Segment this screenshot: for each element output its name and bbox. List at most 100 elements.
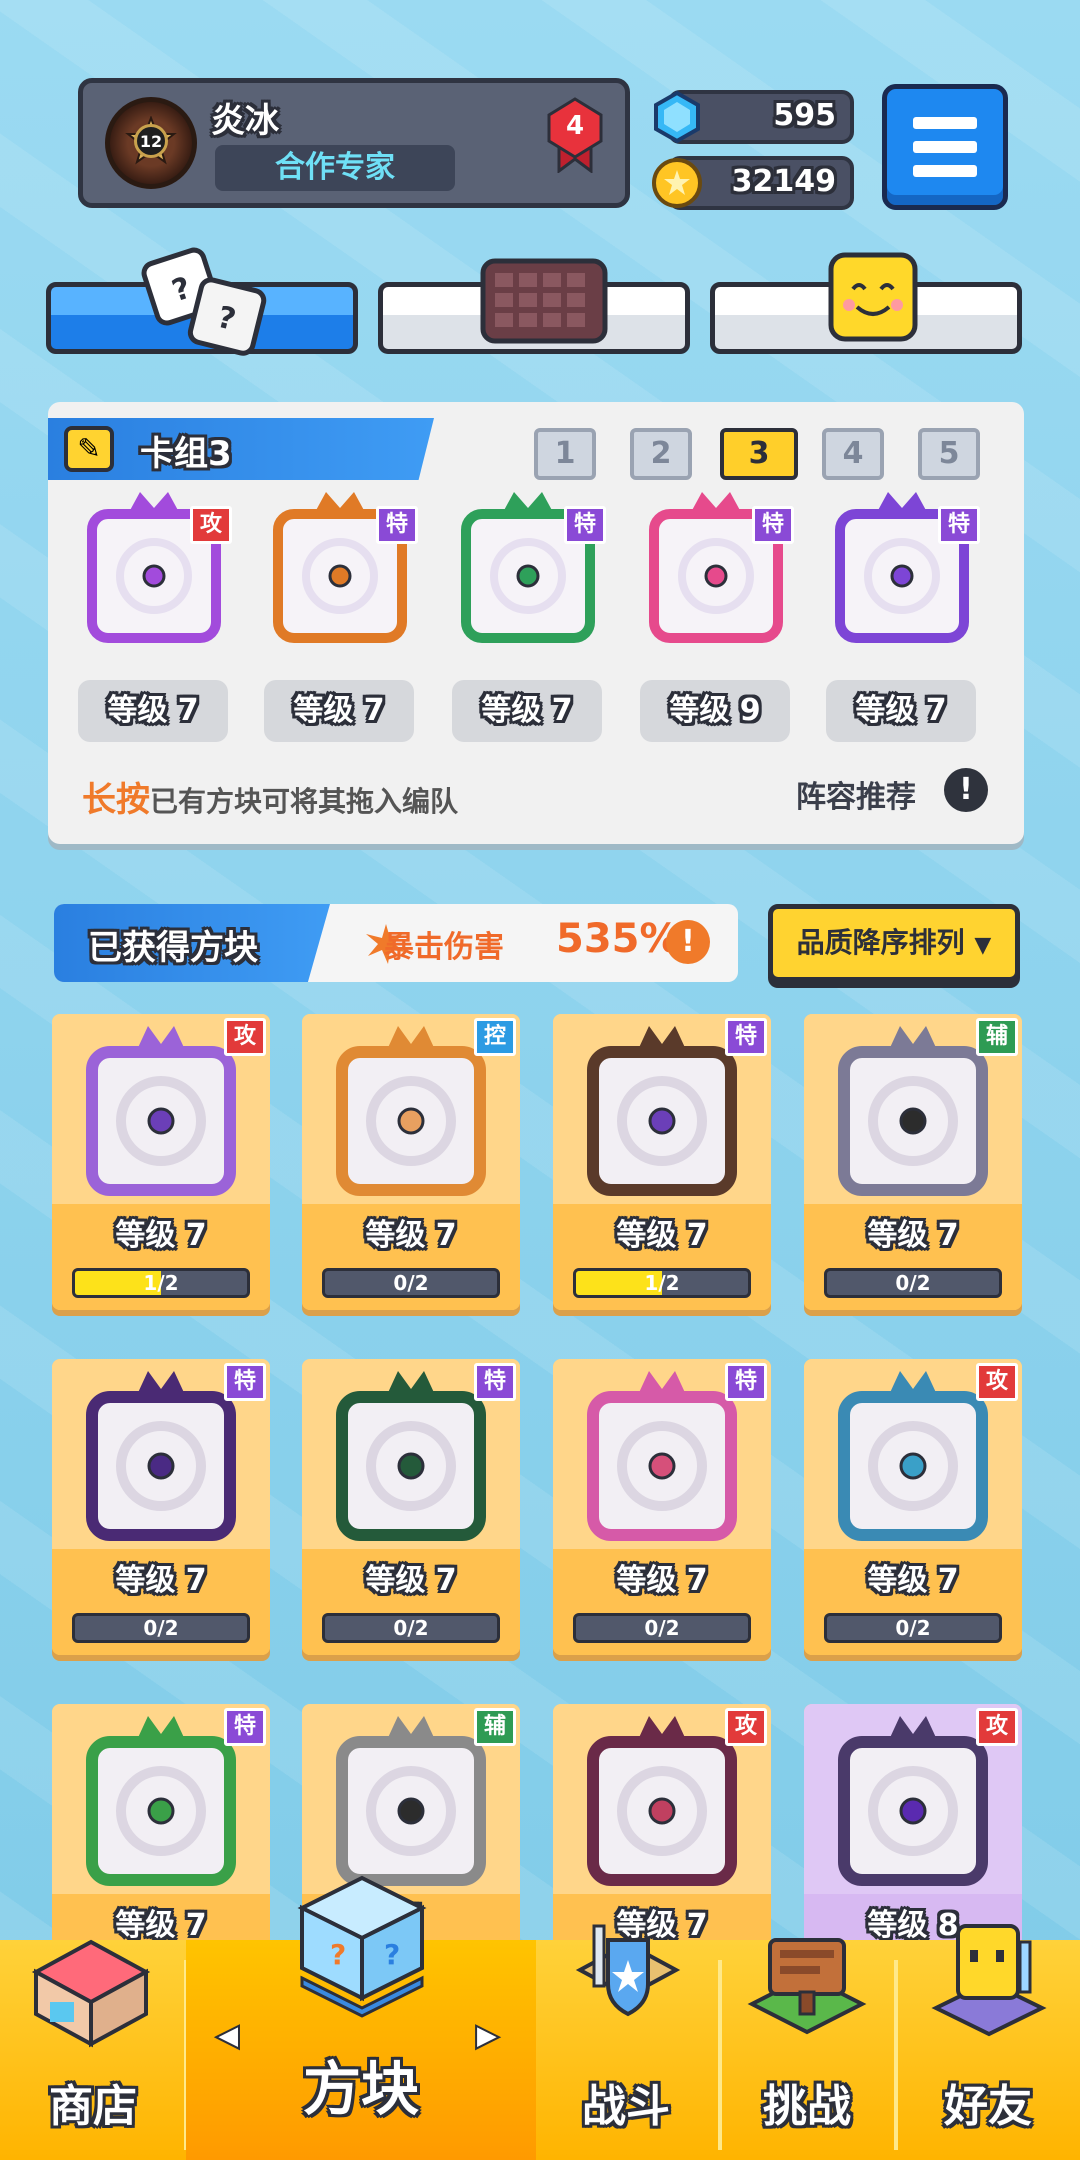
block-art-icon (838, 1371, 988, 1541)
block-type-tag: 辅 (474, 1708, 516, 1746)
block-type-tag: 特 (224, 1708, 266, 1746)
menu-button[interactable] (882, 84, 1008, 210)
deck-title: 卡组3 (140, 434, 232, 474)
deck-slot-3[interactable]: 3 (720, 428, 798, 480)
recommend-button[interactable]: 阵容推荐 (796, 772, 916, 816)
recommend-label: 阵容推荐 (796, 780, 916, 815)
deck-card[interactable]: 特 (452, 490, 606, 656)
deck-card-level: 等级 7 (78, 680, 228, 742)
block-level: 等级 7 (616, 1563, 708, 1598)
block-level: 等级 7 (616, 1218, 708, 1253)
block-type-tag: 控 (474, 1018, 516, 1056)
player-name: 炎冰 (211, 101, 279, 141)
block-art-icon (336, 1026, 486, 1196)
friend-block-icon (931, 1924, 1047, 2037)
block-type-tag: 攻 (976, 1363, 1018, 1401)
block-art-icon (587, 1371, 737, 1541)
shop-icon (31, 1939, 151, 2048)
block-type-tag: 特 (725, 1018, 767, 1056)
rank-badge[interactable]: 4 (545, 97, 605, 174)
block-progress-bar: 0/2 (322, 1613, 500, 1643)
nav-battle[interactable]: 战斗 (536, 1924, 716, 2160)
tab-emote[interactable] (710, 252, 1022, 354)
deck-slot-2[interactable]: 2 (630, 428, 692, 480)
tab-dice[interactable]: ? ? (46, 247, 358, 356)
block-art-icon (587, 1026, 737, 1196)
block-card[interactable]: 特等级 7 1/2 (553, 1014, 771, 1310)
hint-text: 已有方块可将其拖入编队 (150, 785, 459, 818)
block-card[interactable]: 辅等级 7 0/2 (804, 1014, 1022, 1310)
menu-icon-line (913, 141, 977, 153)
sort-label: 品质降序排列 (796, 926, 965, 959)
block-type-tag: 特 (725, 1363, 767, 1401)
menu-icon-line (913, 165, 977, 177)
block-card[interactable]: 特等级 7 0/2 (553, 1359, 771, 1655)
block-card[interactable]: 攻等级 7 1/2 (52, 1014, 270, 1310)
block-progress-text: 0/2 (644, 1616, 680, 1640)
block-type-tag: 攻 (190, 506, 232, 544)
nav-shop[interactable]: 商店 (0, 1939, 186, 2160)
nav-friends[interactable]: 好友 (896, 1924, 1080, 2160)
block-progress-bar: 0/2 (824, 1268, 1002, 1298)
deck-slot-1[interactable]: 1 (534, 428, 596, 480)
block-type-tag: 特 (224, 1363, 266, 1401)
block-progress-bar: 1/2 (72, 1268, 250, 1298)
rank-number: 4 (565, 111, 585, 141)
block-art-icon (587, 1716, 737, 1886)
recommend-info-icon[interactable]: ! (944, 768, 988, 812)
block-progress-bar: 0/2 (322, 1268, 500, 1298)
mystery-cube-icon: ? ? (297, 1875, 427, 2018)
owned-title-bar: 已获得方块 (54, 904, 330, 982)
block-type-tag: 特 (938, 506, 980, 544)
board-grid-icon (480, 258, 608, 344)
gem-counter[interactable]: 595 (654, 90, 854, 144)
coin-counter[interactable]: 32149 (652, 156, 854, 210)
block-card[interactable]: 特等级 7 0/2 (302, 1359, 520, 1655)
block-progress-text: 0/2 (143, 1616, 179, 1640)
chevron-down-icon: ▼ (974, 933, 992, 958)
deck-card[interactable]: 攻 (78, 490, 232, 656)
svg-text:?: ? (384, 1938, 400, 1971)
gem-count: 595 (773, 98, 836, 133)
block-level: 等级 7 (365, 1218, 457, 1253)
crit-info-icon[interactable]: ! (666, 920, 710, 964)
block-type-tag: 特 (474, 1363, 516, 1401)
sort-dropdown[interactable]: 品质降序排列 ▼ (768, 904, 1020, 982)
nav-challenge[interactable]: 挑战 (720, 1938, 894, 2160)
deck-card-level: 等级 7 (452, 680, 602, 742)
avatar[interactable]: 12 (105, 97, 197, 189)
nav-battle-label: 战斗 (582, 2081, 670, 2132)
dice-icon: ? ? (141, 247, 267, 356)
hint-highlight: 长按 (82, 780, 150, 820)
block-level: 等级 7 (115, 1218, 207, 1253)
block-type-tag: 辅 (976, 1018, 1018, 1056)
deck-card[interactable]: 特 (826, 490, 980, 656)
block-progress-text: 1/2 (143, 1271, 179, 1295)
deck-slot-5[interactable]: 5 (918, 428, 980, 480)
deck-card[interactable]: 特 (264, 490, 418, 656)
svg-text:?: ? (330, 1938, 346, 1971)
block-card[interactable]: 攻等级 7 0/2 (804, 1359, 1022, 1655)
block-card[interactable]: 控等级 7 0/2 (302, 1014, 520, 1310)
edit-pencil-icon[interactable]: ✎ (64, 426, 114, 472)
block-art-icon (336, 1716, 486, 1886)
bottom-nav: 商店 ? ? ◀ ▶ 方块 战斗 挑战 好友 (0, 1875, 1080, 2160)
block-art-icon (86, 1716, 236, 1886)
profile-panel[interactable]: 12 炎冰 合作专家 4 (78, 78, 630, 208)
block-card[interactable]: 特等级 7 0/2 (52, 1359, 270, 1655)
block-type-tag: 攻 (976, 1708, 1018, 1746)
block-level: 等级 7 (115, 1563, 207, 1598)
nav-friends-label: 好友 (944, 2081, 1032, 2132)
block-type-tag: 特 (376, 506, 418, 544)
avatar-level-badge: 12 (134, 124, 168, 158)
block-art-icon (838, 1026, 988, 1196)
block-progress-text: 0/2 (393, 1616, 429, 1640)
deck-card[interactable]: 特 (640, 490, 794, 656)
nav-blocks[interactable]: ? ? ◀ ▶ 方块 (186, 1875, 536, 2160)
tab-board[interactable] (378, 258, 690, 354)
shield-sword-icon (575, 1924, 681, 2017)
block-progress-bar: 1/2 (573, 1268, 751, 1298)
deck-card-level: 等级 7 (826, 680, 976, 742)
deck-slot-4[interactable]: 4 (822, 428, 884, 480)
block-art-icon (838, 1716, 988, 1886)
